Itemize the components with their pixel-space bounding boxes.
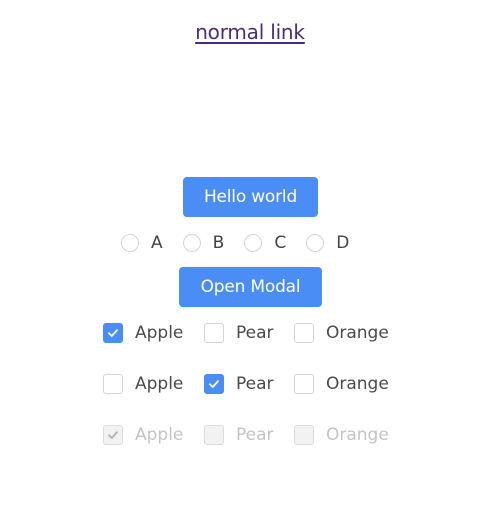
checkbox-box xyxy=(294,425,314,445)
normal-link[interactable]: normal link xyxy=(0,20,500,44)
checkbox-box xyxy=(103,425,123,445)
checkbox-label: Pear xyxy=(236,374,274,394)
radio-option-d[interactable]: D xyxy=(306,233,349,253)
checkbox-apple[interactable]: Apple xyxy=(103,323,204,343)
checkbox-box[interactable] xyxy=(294,323,314,343)
checkbox-label: Apple xyxy=(135,323,184,343)
checkbox-apple[interactable]: Apple xyxy=(103,374,204,394)
checkbox-box xyxy=(204,425,224,445)
radio-label: B xyxy=(212,233,225,253)
checkbox-label: Apple xyxy=(135,374,184,394)
checkbox-label: Apple xyxy=(135,425,184,445)
radio-label: A xyxy=(151,233,163,253)
radio-circle-icon[interactable] xyxy=(306,234,325,252)
checkbox-group-1: Apple Pear Orange xyxy=(103,322,389,344)
radio-circle-icon[interactable] xyxy=(182,234,201,252)
checkbox-box[interactable] xyxy=(204,323,224,343)
checkbox-pear: Pear xyxy=(204,425,294,445)
checkbox-label: Orange xyxy=(326,374,389,394)
checkbox-pear[interactable]: Pear xyxy=(204,323,294,343)
checkbox-box[interactable] xyxy=(294,374,314,394)
radio-group: A B C D xyxy=(121,232,349,254)
radio-circle-icon[interactable] xyxy=(244,234,263,252)
radio-circle-icon[interactable] xyxy=(121,234,139,252)
checkbox-box[interactable] xyxy=(103,323,123,343)
checkbox-label: Orange xyxy=(326,425,389,445)
radio-option-b[interactable]: B xyxy=(182,233,225,253)
radio-option-a[interactable]: A xyxy=(121,233,163,253)
checkbox-box[interactable] xyxy=(103,374,123,394)
checkmark-icon xyxy=(108,431,118,439)
checkbox-group-3-disabled: Apple Pear Orange xyxy=(103,424,389,446)
checkbox-label: Orange xyxy=(326,323,389,343)
checkbox-orange[interactable]: Orange xyxy=(294,323,389,343)
checkbox-label: Pear xyxy=(236,425,274,445)
checkbox-apple: Apple xyxy=(103,425,204,445)
checkbox-orange[interactable]: Orange xyxy=(294,374,389,394)
checkbox-group-2: Apple Pear Orange xyxy=(103,373,389,395)
radio-option-c[interactable]: C xyxy=(244,233,286,253)
checkmark-icon xyxy=(209,380,219,388)
checkbox-box[interactable] xyxy=(204,374,224,394)
radio-label: D xyxy=(336,233,350,253)
page: normal link Hello world A B C D Open Mod… xyxy=(0,0,500,513)
checkbox-orange: Orange xyxy=(294,425,389,445)
radio-label: C xyxy=(274,233,287,253)
checkbox-label: Pear xyxy=(236,323,274,343)
checkmark-icon xyxy=(108,329,118,337)
open-modal-button[interactable]: Open Modal xyxy=(179,267,322,307)
hello-world-button[interactable]: Hello world xyxy=(183,177,318,217)
checkbox-pear[interactable]: Pear xyxy=(204,374,294,394)
